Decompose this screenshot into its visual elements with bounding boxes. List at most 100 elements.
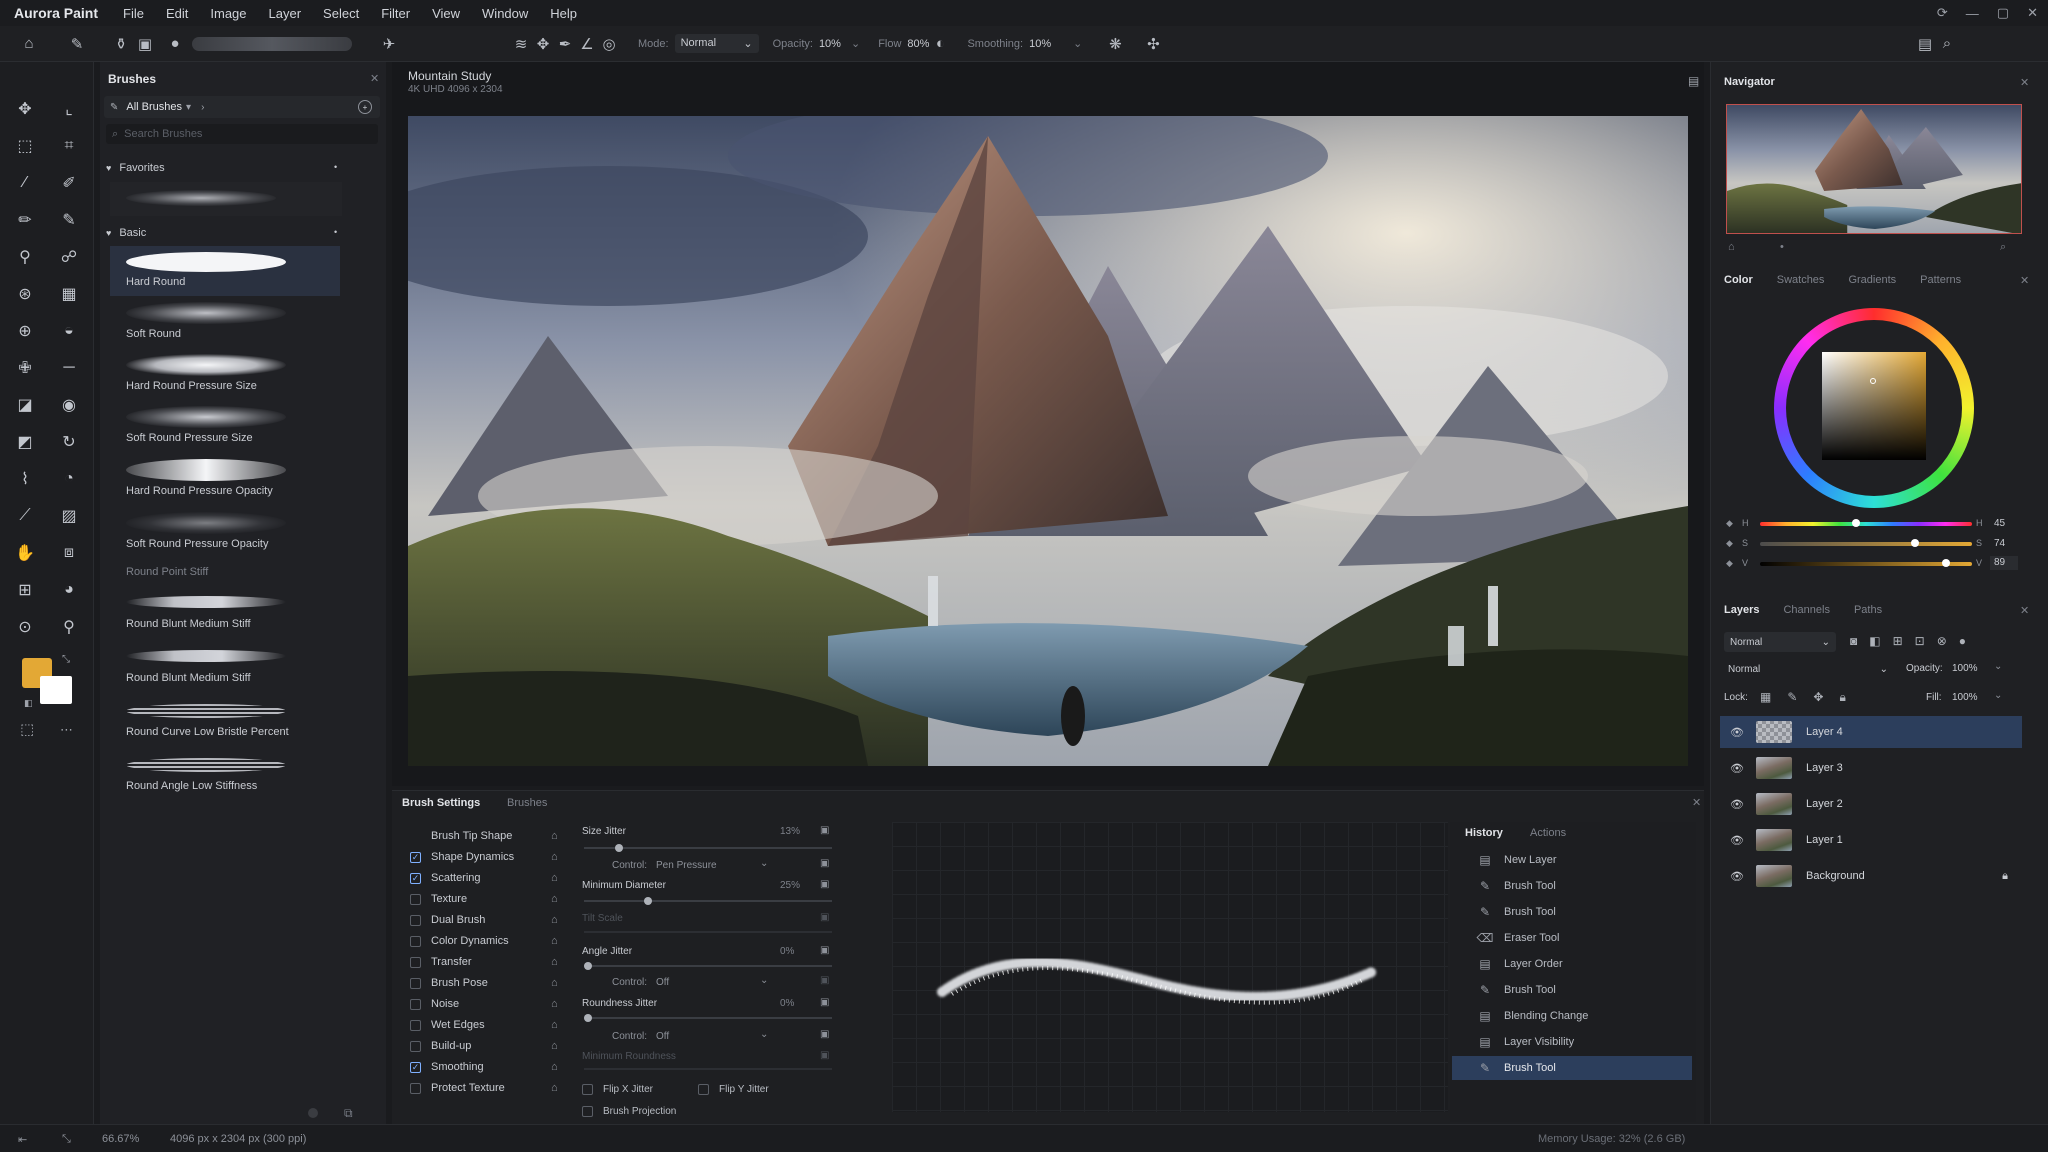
smoothing-value[interactable]: 10% [1029, 38, 1051, 50]
control-icon[interactable]: ▣ [820, 975, 829, 986]
more-tools-icon[interactable]: ⋯ [60, 722, 73, 738]
lock-transparency-icon[interactable]: ▦ [1760, 690, 1771, 705]
search-icon[interactable]: ⌕ [1936, 33, 1958, 55]
checkbox[interactable] [410, 1019, 421, 1031]
brush-tool-icon[interactable]: ✐ [54, 168, 84, 198]
brush-option-row[interactable]: Brush Tip Shape ⌂ [410, 826, 558, 846]
symmetry-paint-icon[interactable]: ❋ [1104, 33, 1126, 55]
zoom-out-icon[interactable]: ⌂ [1728, 241, 1735, 253]
checkbox[interactable] [410, 914, 421, 926]
layer-group-icon[interactable]: ⊞ [1893, 634, 1903, 648]
gradient-tool-icon[interactable]: ▨ [54, 501, 84, 531]
zoom-tool-icon[interactable]: ⊙ [10, 612, 40, 642]
favorites-more-icon[interactable]: • [334, 162, 337, 172]
flip-y-jitter-checkbox[interactable]: Flip Y Jitter [698, 1084, 769, 1095]
brush-size-slider[interactable] [192, 36, 352, 51]
roundness-jitter-slider[interactable] [584, 1014, 832, 1022]
close-icon[interactable]: ✕ [2027, 5, 2038, 21]
control-off[interactable]: Off [656, 977, 669, 988]
lock-pixels-icon[interactable]: ✎ [1787, 690, 1797, 705]
lock-option-icon[interactable]: ⌂ [551, 872, 558, 884]
brush-tool-icon[interactable]: ✎ [66, 33, 88, 55]
warp-tool-icon[interactable]: ⌇ [10, 464, 40, 494]
menu-layer[interactable]: Layer [258, 6, 313, 21]
heal-tool-icon[interactable]: ✙ [10, 353, 40, 383]
status-fit-icon[interactable]: ⤡ [62, 1133, 71, 1146]
saturation-slider[interactable] [1760, 539, 1972, 547]
lock-position-icon[interactable]: ✥ [1813, 690, 1823, 705]
pressure-icon[interactable]: ▣ [820, 879, 829, 890]
value-slider[interactable] [1760, 559, 1972, 567]
swap-colors-icon[interactable]: ⤡ [62, 654, 70, 665]
checkbox[interactable] [410, 935, 421, 947]
brush-item-soft-round-pressure-opacity[interactable]: Soft Round Pressure Opacity [110, 508, 340, 558]
lock-option-icon[interactable]: ⌂ [551, 956, 558, 968]
menu-help[interactable]: Help [539, 6, 588, 21]
airbrush-icon[interactable]: ✈ [378, 33, 400, 55]
checkbox[interactable] [698, 1084, 709, 1095]
brush-preset-icon[interactable]: ● [164, 33, 186, 55]
shape-tool-icon[interactable]: ◪ [10, 390, 40, 420]
pressure-icon[interactable]: ▣ [820, 825, 829, 836]
rotate-tool-icon[interactable]: ↻ [54, 427, 84, 457]
min-diameter-knob[interactable] [644, 897, 652, 905]
s-value[interactable]: 74 [1994, 538, 2005, 549]
lock-icon[interactable]: 🔒︎ [2002, 870, 2008, 883]
control-icon[interactable]: ▣ [820, 858, 829, 869]
tab-history[interactable]: History [1465, 827, 1503, 839]
pressure-icon[interactable]: ≋ [510, 33, 532, 55]
tab-channels[interactable]: Channels [1783, 604, 1829, 616]
value-slider-knob[interactable] [1941, 559, 1950, 567]
background-color-swatch[interactable] [40, 676, 72, 704]
lasso-tool-icon[interactable]: ⬚ [10, 131, 40, 161]
layer-row[interactable]: 👁︎ Layer 1 [1720, 824, 2022, 856]
brush-option-row[interactable]: Texture ⌂ [410, 889, 558, 909]
line-tool-icon[interactable]: ─ [54, 353, 84, 383]
h-lock-icon[interactable]: ◆ [1726, 518, 1733, 529]
chevron-right-icon[interactable]: › [201, 102, 204, 113]
close-icon[interactable]: ✕ [2020, 274, 2029, 287]
angle-jitter-knob[interactable] [584, 962, 592, 970]
wand-tool-icon[interactable]: ⁄ [10, 168, 40, 198]
visibility-eye-icon[interactable]: 👁︎ [1730, 834, 1744, 847]
v-lock-icon[interactable]: ◆ [1726, 558, 1733, 569]
pen-icon[interactable]: ✒ [554, 33, 576, 55]
roundness-icon[interactable]: ▣ [820, 997, 829, 1008]
lock-option-icon[interactable]: ⌂ [551, 893, 558, 905]
add-brush-icon[interactable]: + [358, 100, 372, 114]
visibility-eye-icon[interactable]: 👁︎ [1730, 726, 1744, 739]
control-pen-pressure[interactable]: Pen Pressure [656, 860, 717, 871]
history-item[interactable]: ▤ Layer Order [1452, 952, 1692, 976]
default-colors-icon[interactable]: ◧ [24, 698, 33, 709]
favorite-brush-item[interactable] [110, 182, 342, 216]
hand-tool-icon[interactable]: ✋ [10, 538, 40, 568]
history-item[interactable]: ▤ Layer Visibility [1452, 1030, 1692, 1054]
lock-option-icon[interactable]: ⌂ [551, 935, 558, 947]
fill-tool-icon[interactable]: ▦ [54, 279, 84, 309]
close-icon[interactable]: ✕ [2020, 76, 2029, 89]
checkbox[interactable] [410, 977, 421, 989]
tab-swatches[interactable]: Swatches [1777, 274, 1825, 286]
pencil-tool-icon[interactable]: ✏ [10, 205, 40, 235]
stamp-tool-icon[interactable]: ⊕ [10, 316, 40, 346]
visibility-eye-icon[interactable]: 👁︎ [1730, 762, 1744, 775]
dodge-tool-icon[interactable]: ◔ [54, 464, 84, 494]
history-item[interactable]: ▤ Blending Change [1452, 1004, 1692, 1028]
control-off[interactable]: Off [656, 1031, 669, 1042]
lock-all-icon[interactable]: 🔒︎ [1839, 690, 1845, 705]
lock-option-icon[interactable]: ⌂ [551, 1019, 558, 1031]
maximize-icon[interactable]: ▢ [1997, 5, 2009, 21]
h-value[interactable]: 45 [1994, 518, 2005, 529]
brush-item-soft-round-pressure-size[interactable]: Soft Round Pressure Size [110, 402, 340, 452]
minimize-icon[interactable]: — [1966, 6, 1979, 21]
visibility-eye-icon[interactable]: 👁︎ [1730, 870, 1744, 883]
mode-select[interactable]: Normal ⌄ [674, 34, 759, 53]
brush-projection-checkbox[interactable]: Brush Projection [582, 1106, 676, 1117]
checkbox[interactable] [582, 1106, 593, 1117]
basic-more-icon[interactable]: • [334, 227, 337, 237]
saturation-value-square[interactable] [1822, 352, 1926, 460]
checkbox[interactable] [410, 1082, 421, 1094]
layer-row[interactable]: 👁︎ Layer 2 [1720, 788, 2022, 820]
tab-brush-settings[interactable]: Brush Settings [402, 797, 480, 809]
brush-category[interactable]: All Brushes [126, 101, 182, 113]
